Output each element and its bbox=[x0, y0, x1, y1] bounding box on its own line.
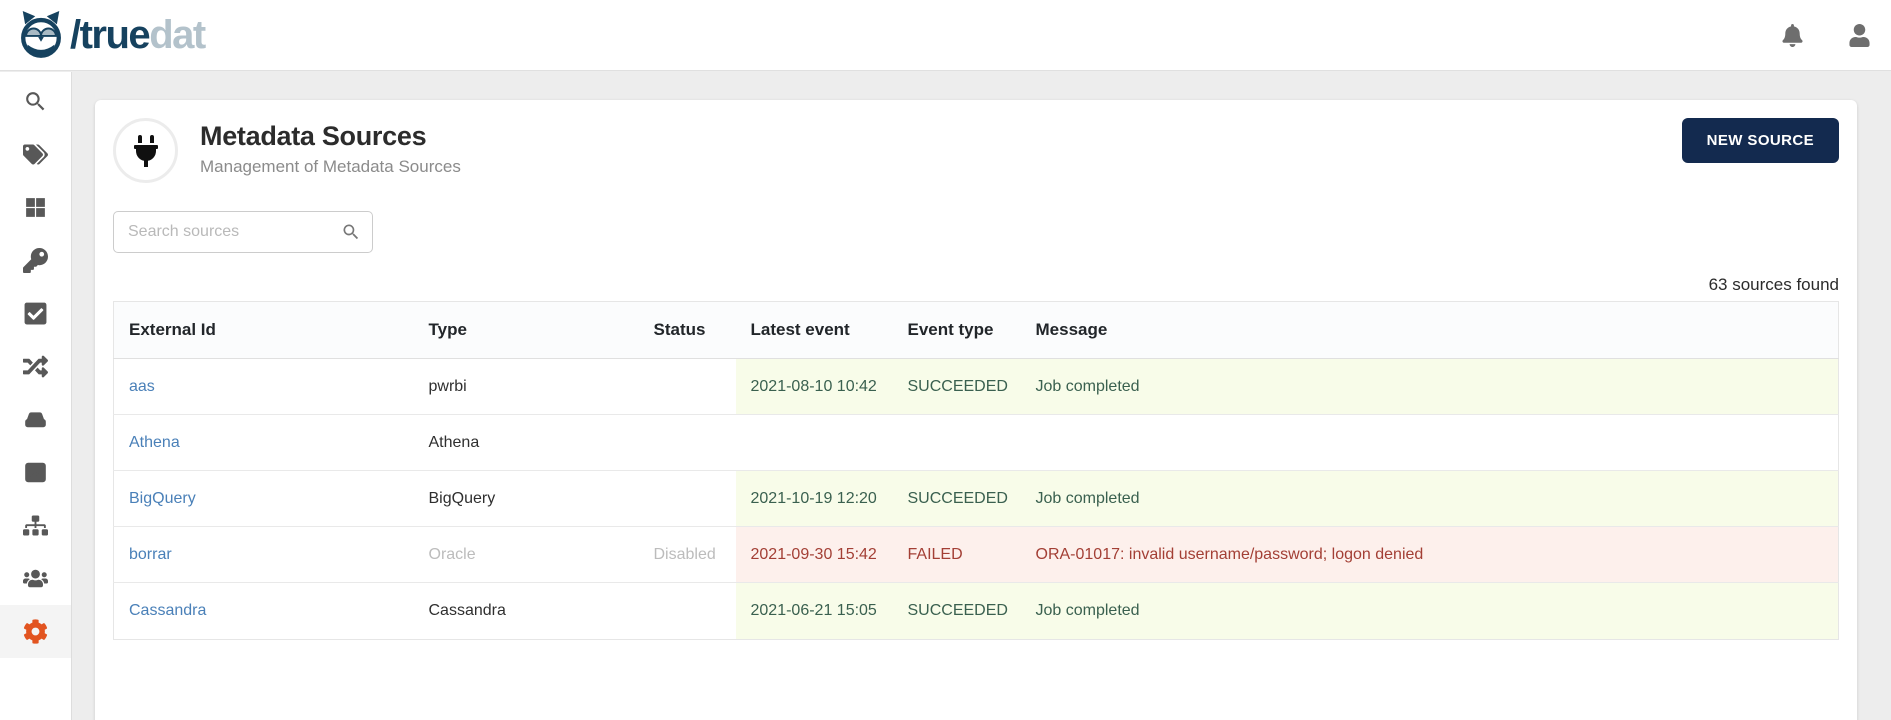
page-title: Metadata Sources bbox=[200, 121, 427, 151]
brand-logo[interactable]: /truedat bbox=[16, 9, 206, 61]
status-cell bbox=[638, 470, 736, 527]
bell-icon[interactable] bbox=[1781, 23, 1804, 47]
col-header-status: Status bbox=[638, 301, 736, 359]
user-icon[interactable] bbox=[1848, 23, 1871, 47]
table-row: aas pwrbi 2021-08-10 10:42 SUCCEEDED Job com… bbox=[113, 357, 1839, 415]
message-cell: Job completed bbox=[1020, 470, 1839, 527]
event-type-cell bbox=[892, 414, 1021, 471]
external-id-cell: BigQuery bbox=[113, 470, 414, 527]
latest-event-cell bbox=[735, 414, 893, 471]
metadata-sources-card: Metadata Sources Management of Metadata … bbox=[95, 100, 1857, 720]
sidebar-item-users[interactable] bbox=[0, 552, 71, 605]
search-input[interactable] bbox=[113, 211, 373, 253]
search-icon bbox=[341, 222, 361, 242]
key-icon bbox=[23, 248, 48, 273]
message-cell bbox=[1020, 414, 1839, 471]
users-icon bbox=[23, 566, 48, 591]
external-id-cell: aas bbox=[113, 357, 414, 415]
gear-icon bbox=[23, 619, 48, 644]
brand-name-primary: /true bbox=[70, 13, 151, 57]
external-id-cell: borrar bbox=[113, 526, 414, 583]
topbar: /truedat bbox=[0, 0, 1891, 71]
search-icon bbox=[23, 89, 48, 114]
event-type-cell: FAILED bbox=[892, 526, 1021, 583]
col-header-latest-event: Latest event bbox=[735, 301, 893, 359]
header-titles: Metadata Sources Management of Metadata … bbox=[200, 118, 461, 177]
status-cell: Disabled bbox=[638, 526, 736, 583]
source-link[interactable]: Athena bbox=[129, 434, 180, 451]
col-header-type: Type bbox=[413, 301, 639, 359]
chart-line-icon bbox=[23, 460, 48, 485]
card-header: Metadata Sources Management of Metadata … bbox=[113, 118, 1839, 183]
search-box bbox=[113, 211, 373, 253]
hdd-icon bbox=[23, 407, 48, 432]
latest-event-cell: 2021-10-19 12:20 bbox=[735, 470, 893, 527]
table-row: Athena Athena bbox=[113, 414, 1839, 471]
sidebar-item-gear[interactable] bbox=[0, 605, 71, 658]
type-cell: Athena bbox=[413, 414, 639, 471]
type-cell: Oracle bbox=[413, 526, 639, 583]
table-row: BigQuery BigQuery 2021-10-19 12:20 SUCCEEDE… bbox=[113, 470, 1839, 527]
status-cell bbox=[638, 357, 736, 415]
main-content: Metadata Sources Management of Metadata … bbox=[72, 72, 1891, 720]
table-row: Cassandra Cassandra 2021-06-21 15:05 SUCCEE… bbox=[113, 582, 1839, 640]
type-cell: pwrbi bbox=[413, 357, 639, 415]
col-header-event-type: Event type bbox=[892, 301, 1021, 359]
grid-icon bbox=[23, 195, 48, 220]
event-type-cell: SUCCEEDED bbox=[892, 357, 1021, 415]
sidebar bbox=[0, 72, 72, 720]
source-link[interactable]: Cassandra bbox=[129, 602, 206, 619]
event-type-cell: SUCCEEDED bbox=[892, 582, 1021, 640]
sidebar-item-chart-line[interactable] bbox=[0, 446, 71, 499]
external-id-cell: Cassandra bbox=[113, 582, 414, 640]
sitemap-icon bbox=[23, 513, 48, 538]
brand-name: /truedat bbox=[70, 13, 206, 57]
type-cell: BigQuery bbox=[413, 470, 639, 527]
new-source-button[interactable]: NEW SOURCE bbox=[1681, 118, 1839, 163]
sources-table: External Id Type Status Latest event Eve… bbox=[113, 301, 1839, 640]
page-subtitle: Management of Metadata Sources bbox=[200, 157, 461, 176]
message-cell: Job completed bbox=[1020, 582, 1839, 640]
topbar-actions bbox=[1781, 23, 1875, 47]
status-cell bbox=[638, 414, 736, 471]
check-square-icon bbox=[23, 301, 48, 326]
table-row: borrar Oracle Disabled 2021-09-30 15:42 FAIL… bbox=[113, 526, 1839, 583]
results-count: 63 sources found bbox=[1708, 275, 1839, 294]
external-id-cell: Athena bbox=[113, 414, 414, 471]
shuffle-icon bbox=[23, 354, 48, 379]
sidebar-item-key[interactable] bbox=[0, 234, 71, 287]
source-link[interactable]: borrar bbox=[129, 546, 172, 563]
latest-event-cell: 2021-06-21 15:05 bbox=[735, 582, 893, 640]
sidebar-item-grid[interactable] bbox=[0, 181, 71, 234]
status-cell bbox=[638, 582, 736, 640]
sidebar-item-tags[interactable] bbox=[0, 128, 71, 181]
latest-event-cell: 2021-08-10 10:42 bbox=[735, 357, 893, 415]
event-type-cell: SUCCEEDED bbox=[892, 470, 1021, 527]
owl-icon bbox=[16, 9, 66, 61]
sidebar-item-hdd[interactable] bbox=[0, 393, 71, 446]
sidebar-item-check-square[interactable] bbox=[0, 287, 71, 340]
source-link[interactable]: aas bbox=[129, 378, 155, 395]
sidebar-item-search[interactable] bbox=[0, 75, 71, 128]
col-header-external-id: External Id bbox=[113, 301, 414, 359]
source-link[interactable]: BigQuery bbox=[129, 490, 196, 507]
table-header: External Id Type Status Latest event Eve… bbox=[113, 301, 1839, 359]
search-row bbox=[113, 211, 1839, 253]
message-cell: ORA-01017: invalid username/password; lo… bbox=[1020, 526, 1839, 583]
message-cell: Job completed bbox=[1020, 357, 1839, 415]
tags-icon bbox=[23, 142, 48, 167]
sidebar-item-sitemap[interactable] bbox=[0, 499, 71, 552]
latest-event-cell: 2021-09-30 15:42 bbox=[735, 526, 893, 583]
col-header-message: Message bbox=[1020, 301, 1839, 359]
sidebar-item-shuffle[interactable] bbox=[0, 340, 71, 393]
plug-icon bbox=[113, 118, 178, 183]
brand-name-secondary: dat bbox=[149, 13, 206, 57]
type-cell: Cassandra bbox=[413, 582, 639, 640]
